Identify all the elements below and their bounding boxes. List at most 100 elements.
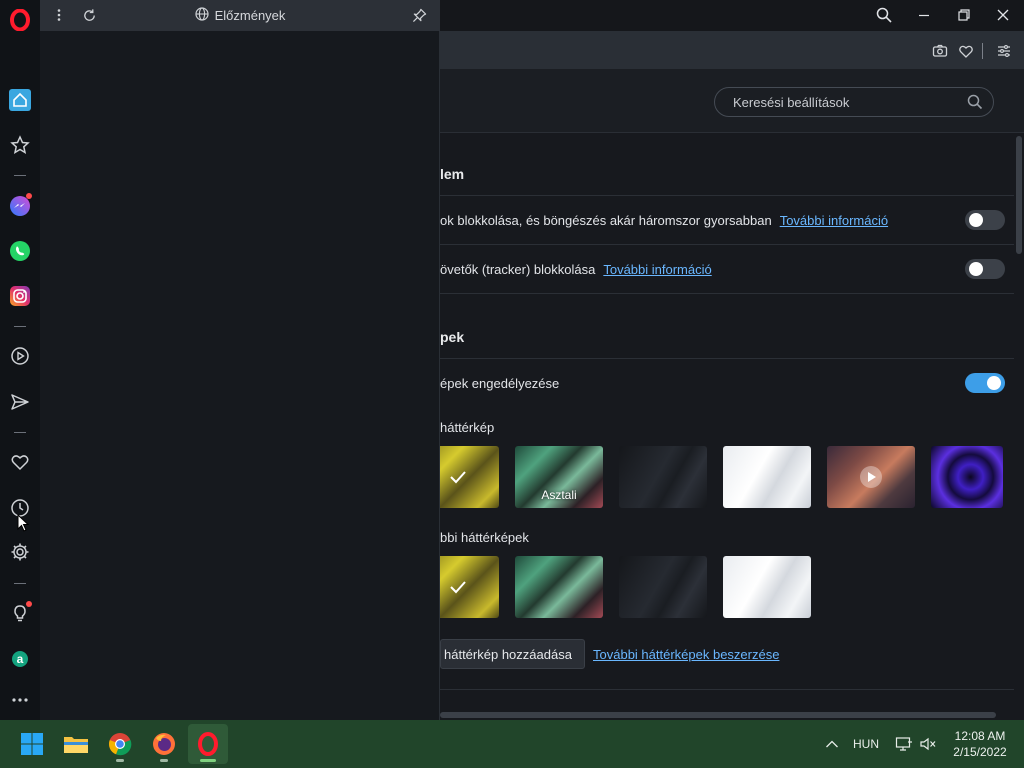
sidebar-divider: [14, 432, 26, 433]
section-divider: [440, 195, 1014, 196]
wallpaper-thumbnail-anime-green[interactable]: [515, 556, 603, 618]
horizontal-scrollbar[interactable]: [440, 710, 1014, 720]
opera-sidebar: a: [0, 0, 40, 720]
check-icon: [450, 471, 466, 484]
wallpaper-thumbnail-anime-green[interactable]: Asztali: [515, 446, 603, 508]
wallpaper-thumbnail-dark-waves[interactable]: [619, 446, 707, 508]
language-indicator[interactable]: HUN: [850, 732, 882, 756]
sidebar-divider: [14, 583, 26, 584]
notification-badge: [26, 193, 32, 199]
wallpaper-thumbnail-video[interactable]: [827, 446, 915, 508]
clock-date: 2/15/2022: [953, 745, 1007, 759]
history-panel-header: Előzmények: [40, 0, 440, 31]
wallpaper-enable-row: épek engedélyezése: [440, 376, 560, 391]
adblock-label: ok blokkolása, és böngészés akár háromsz…: [440, 213, 772, 228]
kebab-menu-icon[interactable]: [48, 4, 70, 26]
lightbulb-icon[interactable]: [6, 600, 34, 628]
more-icon[interactable]: [6, 686, 34, 714]
settings-page: Keresési beállítások lem ok blokkolása, …: [440, 0, 1024, 720]
settings-content: lem ok blokkolása, és böngészés akár hár…: [440, 134, 1014, 710]
wallpaper-toggle[interactable]: [965, 373, 1005, 393]
messenger-icon[interactable]: [6, 192, 34, 220]
adblock-more-info-link[interactable]: További információ: [780, 213, 888, 228]
more-wallpapers-link[interactable]: További háttérképek beszerzése: [593, 647, 779, 662]
opera-icon[interactable]: [188, 724, 228, 764]
section-divider: [440, 689, 1014, 690]
chevron-up-icon[interactable]: [822, 732, 842, 756]
firefox-icon[interactable]: [144, 724, 184, 764]
running-indicator: [116, 759, 124, 762]
settings-search-placeholder: Keresési beállítások: [733, 94, 850, 110]
instagram-icon[interactable]: [6, 282, 34, 310]
play-icon: [860, 466, 882, 488]
settings-icon[interactable]: [6, 538, 34, 566]
toggle-knob: [969, 213, 983, 227]
file-explorer-icon[interactable]: [56, 724, 96, 764]
check-icon: [450, 581, 466, 594]
add-wallpaper-button[interactable]: háttérkép hozzáadása: [440, 639, 585, 669]
window-titlebar: [440, 0, 1024, 31]
aria-icon[interactable]: a: [6, 645, 34, 673]
history-panel-title: Előzmények: [40, 0, 440, 31]
sidebar-divider: [14, 175, 26, 176]
wallpaper-thumbnail-light-waves[interactable]: [723, 556, 811, 618]
network-icon[interactable]: [893, 732, 915, 756]
vertical-scrollbar-thumb[interactable]: [1016, 136, 1022, 254]
desktop-caption: Asztali: [541, 488, 577, 502]
home-icon[interactable]: [6, 86, 34, 114]
windows-taskbar: HUN 12:08 AM 2/15/2022: [0, 720, 1024, 768]
start-icon[interactable]: [12, 724, 52, 764]
wallpaper-section-title: pek: [440, 329, 465, 345]
running-indicator: [200, 759, 216, 762]
star-icon[interactable]: [6, 131, 34, 159]
tracker-toggle[interactable]: [965, 259, 1005, 279]
pin-icon[interactable]: [408, 4, 430, 26]
toggle-knob: [987, 376, 1001, 390]
wallpaper-label: háttérkép: [440, 420, 495, 435]
address-bar-divider: [982, 43, 983, 59]
clock[interactable]: 12:08 AM 2/15/2022: [944, 728, 1016, 760]
section-divider: [440, 293, 1014, 294]
easy-setup-icon[interactable]: [994, 41, 1014, 61]
horizontal-scrollbar-thumb[interactable]: [440, 712, 996, 718]
reload-icon[interactable]: [78, 4, 100, 26]
wallpaper-thumbnail-light-waves[interactable]: [723, 446, 811, 508]
volume-muted-icon[interactable]: [917, 732, 939, 756]
tracker-row: övetők (tracker) blokkolása További infor…: [440, 262, 712, 277]
wallpaper-thumbnail-dark-waves[interactable]: [619, 556, 707, 618]
close-icon[interactable]: [990, 3, 1016, 27]
camera-icon[interactable]: [930, 41, 950, 61]
history-panel: Előzmények: [40, 0, 440, 720]
wallpaper-thumbnail-purple-vortex[interactable]: [931, 446, 1003, 508]
tracker-label: övetők (tracker) blokkolása: [440, 262, 596, 277]
opera-logo-icon[interactable]: [6, 6, 34, 34]
sidebar-divider: [14, 326, 26, 327]
heart-icon[interactable]: [6, 448, 34, 476]
chrome-icon[interactable]: [100, 724, 140, 764]
running-indicator: [160, 759, 168, 762]
whatsapp-icon[interactable]: [6, 237, 34, 265]
adblock-row: ok blokkolása, és böngészés akár háromsz…: [440, 213, 888, 228]
toggle-knob: [969, 262, 983, 276]
bookmark-heart-icon[interactable]: [956, 41, 976, 61]
adblock-section-title: lem: [440, 166, 465, 182]
send-icon[interactable]: [6, 388, 34, 416]
clock-time: 12:08 AM: [954, 729, 1006, 743]
settings-header: Keresési beállítások: [440, 69, 1024, 133]
adblock-toggle[interactable]: [965, 210, 1005, 230]
section-divider: [440, 358, 1014, 359]
tracker-more-info-link[interactable]: További információ: [603, 262, 711, 277]
svg-text:a: a: [17, 652, 24, 666]
restore-icon[interactable]: [951, 3, 977, 27]
search-tabs-icon[interactable]: [871, 3, 897, 27]
vertical-scrollbar[interactable]: [1014, 134, 1024, 710]
settings-search-input[interactable]: Keresési beállítások: [714, 87, 994, 117]
player-icon[interactable]: [6, 342, 34, 370]
minimize-icon[interactable]: [911, 3, 937, 27]
wallpaper-thumbnail-anime-yellow[interactable]: [440, 556, 499, 618]
wallpaper-thumbnail-anime-yellow[interactable]: [440, 446, 499, 508]
notification-badge: [26, 601, 32, 607]
history-title-label: Előzmények: [214, 8, 286, 23]
globe-icon: [194, 7, 209, 24]
search-icon: [967, 94, 983, 113]
